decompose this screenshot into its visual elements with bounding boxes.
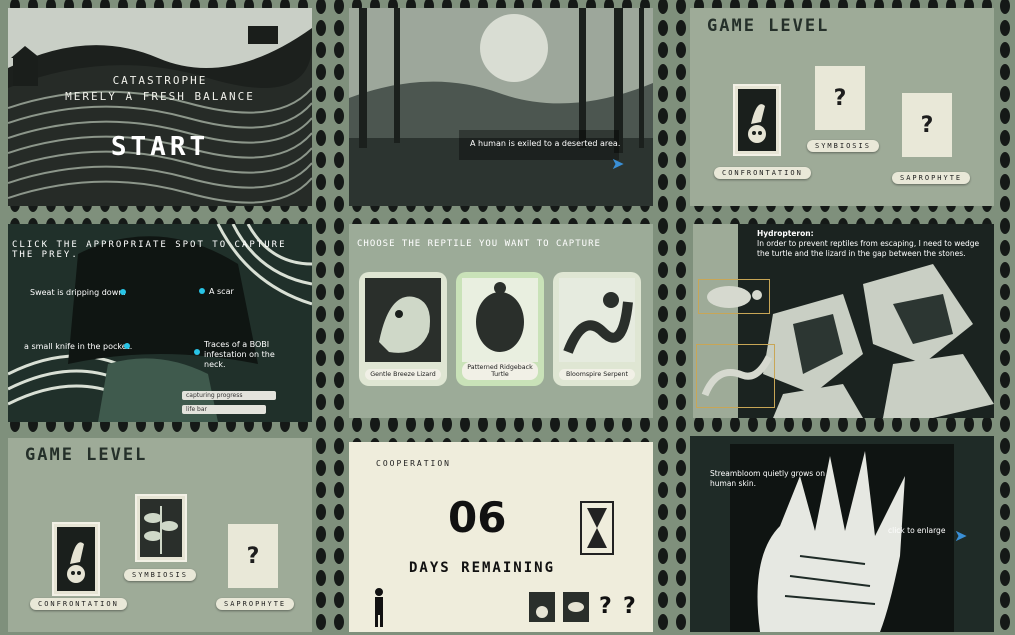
saprophyte-card[interactable]: ?: [902, 93, 952, 157]
saprophyte-label: SAPROPHYTE: [892, 172, 971, 184]
turtle-drag-target[interactable]: [698, 279, 770, 314]
capturing-progress-bar: capturing progress: [182, 391, 276, 400]
reptile-card-lizard[interactable]: Gentle Breeze Lizard: [359, 272, 447, 386]
dialogue-text: In order to prevent reptiles from escapi…: [757, 239, 980, 258]
days-remaining-label: DAYS REMAINING: [409, 560, 556, 576]
unknown-card-icon: ?: [623, 594, 636, 619]
human-silhouette-icon: [375, 588, 383, 627]
plant-icon: [140, 499, 182, 557]
hint-scar: A scar: [209, 287, 234, 296]
reptile-label: Patterned Ridgeback Turtle: [462, 362, 538, 380]
symbiosis-card[interactable]: [135, 494, 187, 562]
hint-sweat: Sweat is dripping down.: [30, 288, 126, 297]
hint-knife: a small knife in the pocket.: [24, 342, 133, 351]
reptile-card-turtle[interactable]: Patterned Ridgeback Turtle: [456, 272, 544, 386]
days-counter: 06: [448, 493, 507, 542]
title-line-2: MERELY A FRESH BALANCE: [65, 90, 255, 103]
confrontation-card[interactable]: [52, 522, 100, 596]
title-line-1: CATASTROPHE: [112, 74, 208, 87]
hint-infestation: Traces of a BOBI infestation on the neck…: [204, 340, 275, 369]
reptile-label: Bloomspire Serpent: [559, 369, 635, 380]
speaker-name: Hydropteron:: [757, 229, 814, 238]
saprophyte-label: SAPROPHYTE: [216, 598, 295, 610]
streambloom-screen: Streambloom quietly grows on human skin.…: [690, 436, 994, 632]
hotspot-scar[interactable]: [199, 288, 205, 294]
page-title: GAME LEVEL: [707, 16, 830, 36]
enlarge-link[interactable]: click to enlarge: [888, 526, 945, 535]
hourglass-icon: [580, 501, 614, 555]
page-title: GAME LEVEL: [25, 445, 148, 465]
hotspot-neck[interactable]: [194, 349, 200, 355]
confrontation-label: CONFRONTATION: [714, 167, 811, 179]
hydropteron-screen: Hydropteron: In order to prevent reptile…: [693, 224, 994, 418]
terraced-hills-illustration: [8, 8, 312, 206]
confrontation-label: CONFRONTATION: [30, 598, 127, 610]
symbiosis-label: SYMBIOSIS: [124, 569, 196, 581]
game-level-screen-1: GAME LEVEL ? ? CONFRONTATION SYMBIOSIS S…: [690, 8, 994, 206]
confrontation-card[interactable]: [733, 84, 781, 156]
saprophyte-card[interactable]: ?: [228, 524, 278, 588]
forest-lake-illustration: [349, 8, 653, 206]
hotspot-knife[interactable]: [124, 343, 130, 349]
cooperation-screen: COOPERATION 06 DAYS REMAINING ? ?: [349, 442, 653, 632]
start-screen: CATASTROPHE MERELY A FRESH BALANCE START: [8, 8, 312, 206]
mode-title: COOPERATION: [376, 459, 451, 468]
chevron-right-icon[interactable]: ➤: [954, 526, 967, 545]
exile-scene: A human is exiled to a deserted area. ➤: [349, 8, 653, 206]
instruction-heading: CLICK THE APPROPRIATE SPOT TO CAPTURE TH…: [12, 240, 287, 260]
turtle-icon: [707, 286, 762, 308]
choose-reptile-screen: CHOOSE THE REPTILE YOU WANT TO CAPTURE G…: [349, 224, 653, 418]
scene-caption: A human is exiled to a deserted area.: [470, 139, 621, 148]
start-button[interactable]: START: [8, 132, 312, 162]
bird-skull-icon: [529, 592, 555, 622]
hotspot-sweat[interactable]: [120, 289, 126, 295]
game-level-screen-2: GAME LEVEL ? CONFRONTATION SYMBIOSIS SAP…: [8, 438, 312, 632]
hand-woodcut-illustration: [690, 436, 994, 632]
capture-prey-screen: CLICK THE APPROPRIATE SPOT TO CAPTURE TH…: [8, 224, 312, 422]
chevron-right-icon[interactable]: ➤: [611, 154, 624, 173]
lizard-icon: [701, 355, 773, 397]
life-bar: life bar: [182, 405, 266, 414]
symbiosis-label: SYMBIOSIS: [807, 140, 879, 152]
reptile-label: Gentle Breeze Lizard: [365, 369, 441, 380]
lizard-drag-target[interactable]: [696, 344, 775, 408]
unknown-card-icon: ?: [599, 594, 612, 619]
reptile-card-serpent[interactable]: Bloomspire Serpent: [553, 272, 641, 386]
skull-bird-icon: [735, 86, 779, 154]
instruction-heading: CHOOSE THE REPTILE YOU WANT TO CAPTURE: [357, 239, 601, 249]
plant-icon: [563, 592, 589, 622]
symbiosis-card[interactable]: ?: [815, 66, 865, 130]
scene-caption: Streambloom quietly grows on human skin.: [710, 469, 825, 488]
skull-bird-icon: [54, 524, 98, 594]
